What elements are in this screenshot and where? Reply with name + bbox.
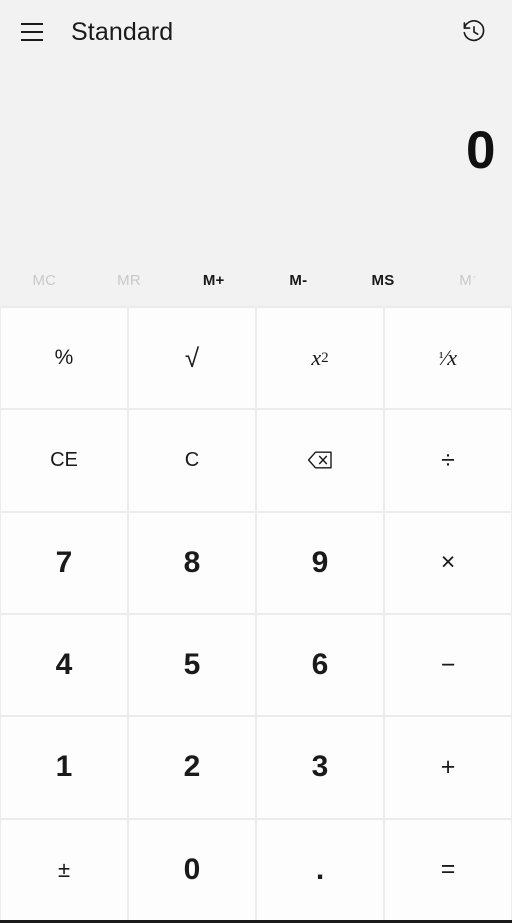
- clear-entry-button[interactable]: CE: [1, 410, 127, 511]
- digit-8-button[interactable]: 8: [129, 512, 255, 613]
- hamburger-line: [21, 23, 43, 25]
- memory-clear-button[interactable]: MC: [2, 260, 87, 300]
- decimal-glyph: .: [315, 852, 325, 886]
- digit-2-button[interactable]: 2: [129, 717, 255, 818]
- memory-add-button[interactable]: M+: [171, 260, 256, 300]
- page-title: Standard: [71, 17, 174, 46]
- digit-0-button[interactable]: 0: [129, 819, 255, 920]
- memory-button-row: MC MR M+ M- MS Mˇ: [0, 254, 512, 306]
- percent-button[interactable]: %: [1, 308, 127, 409]
- reciprocal-button[interactable]: ¹ ⁄ x: [385, 308, 511, 409]
- add-button[interactable]: +: [385, 717, 511, 818]
- history-clock-icon[interactable]: [452, 10, 496, 54]
- digit-7-button[interactable]: 7: [1, 512, 127, 613]
- memory-store-button[interactable]: MS: [341, 260, 426, 300]
- memory-recall-button[interactable]: MR: [87, 260, 172, 300]
- backspace-button[interactable]: [257, 410, 383, 511]
- digit-1-button[interactable]: 1: [1, 717, 127, 818]
- square-root-button[interactable]: √: [129, 308, 255, 409]
- digit-4-button[interactable]: 4: [1, 615, 127, 716]
- square-button[interactable]: x2: [257, 308, 383, 409]
- chevron-down-icon: ˇ: [472, 274, 477, 285]
- reciprocal-denominator: x: [447, 345, 457, 371]
- subtract-button[interactable]: −: [385, 615, 511, 716]
- display-value: 0: [466, 121, 495, 180]
- backspace-icon: [307, 451, 332, 469]
- memory-dropdown-label: M: [459, 271, 472, 289]
- hamburger-line: [21, 31, 43, 33]
- keypad-grid: % √ x2 ¹ ⁄ x CE C ÷ 7 8 9 × 4 5 6 − 1 2 3 …: [0, 306, 512, 920]
- hamburger-menu-icon[interactable]: [10, 10, 54, 54]
- multiply-button[interactable]: ×: [385, 512, 511, 613]
- calculator-window: Standard 0 MC MR M+ M- MS Mˇ % √ x2 ¹ ⁄ x …: [0, 0, 512, 923]
- equals-button[interactable]: =: [385, 819, 511, 920]
- memory-dropdown-button[interactable]: Mˇ: [425, 260, 510, 300]
- display-area: 0: [0, 64, 512, 254]
- title-bar: Standard: [0, 0, 512, 64]
- square-root-glyph: √: [184, 342, 200, 373]
- digit-9-button[interactable]: 9: [257, 512, 383, 613]
- memory-subtract-button[interactable]: M-: [256, 260, 341, 300]
- hamburger-line: [21, 39, 43, 41]
- divide-button[interactable]: ÷: [385, 410, 511, 511]
- square-base: x: [311, 345, 322, 371]
- digit-6-button[interactable]: 6: [257, 615, 383, 716]
- negate-button[interactable]: ±: [1, 819, 127, 920]
- digit-3-button[interactable]: 3: [257, 717, 383, 818]
- clear-button[interactable]: C: [129, 410, 255, 511]
- decimal-point-button[interactable]: .: [257, 819, 383, 920]
- history-svg: [463, 20, 485, 42]
- digit-5-button[interactable]: 5: [129, 615, 255, 716]
